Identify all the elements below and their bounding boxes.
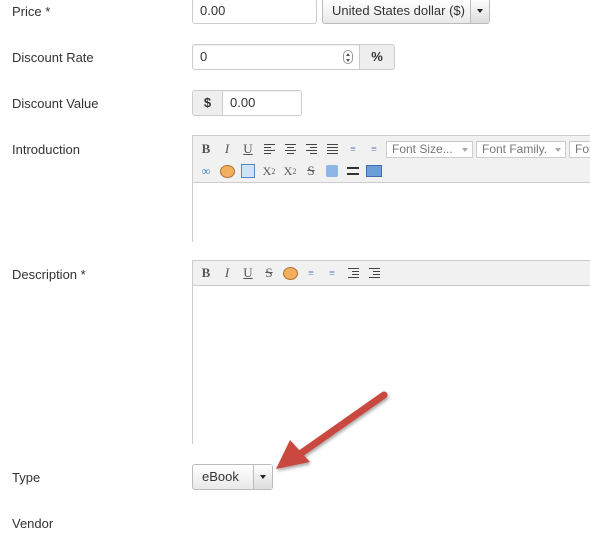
annotation-arrow-icon — [276, 391, 388, 469]
